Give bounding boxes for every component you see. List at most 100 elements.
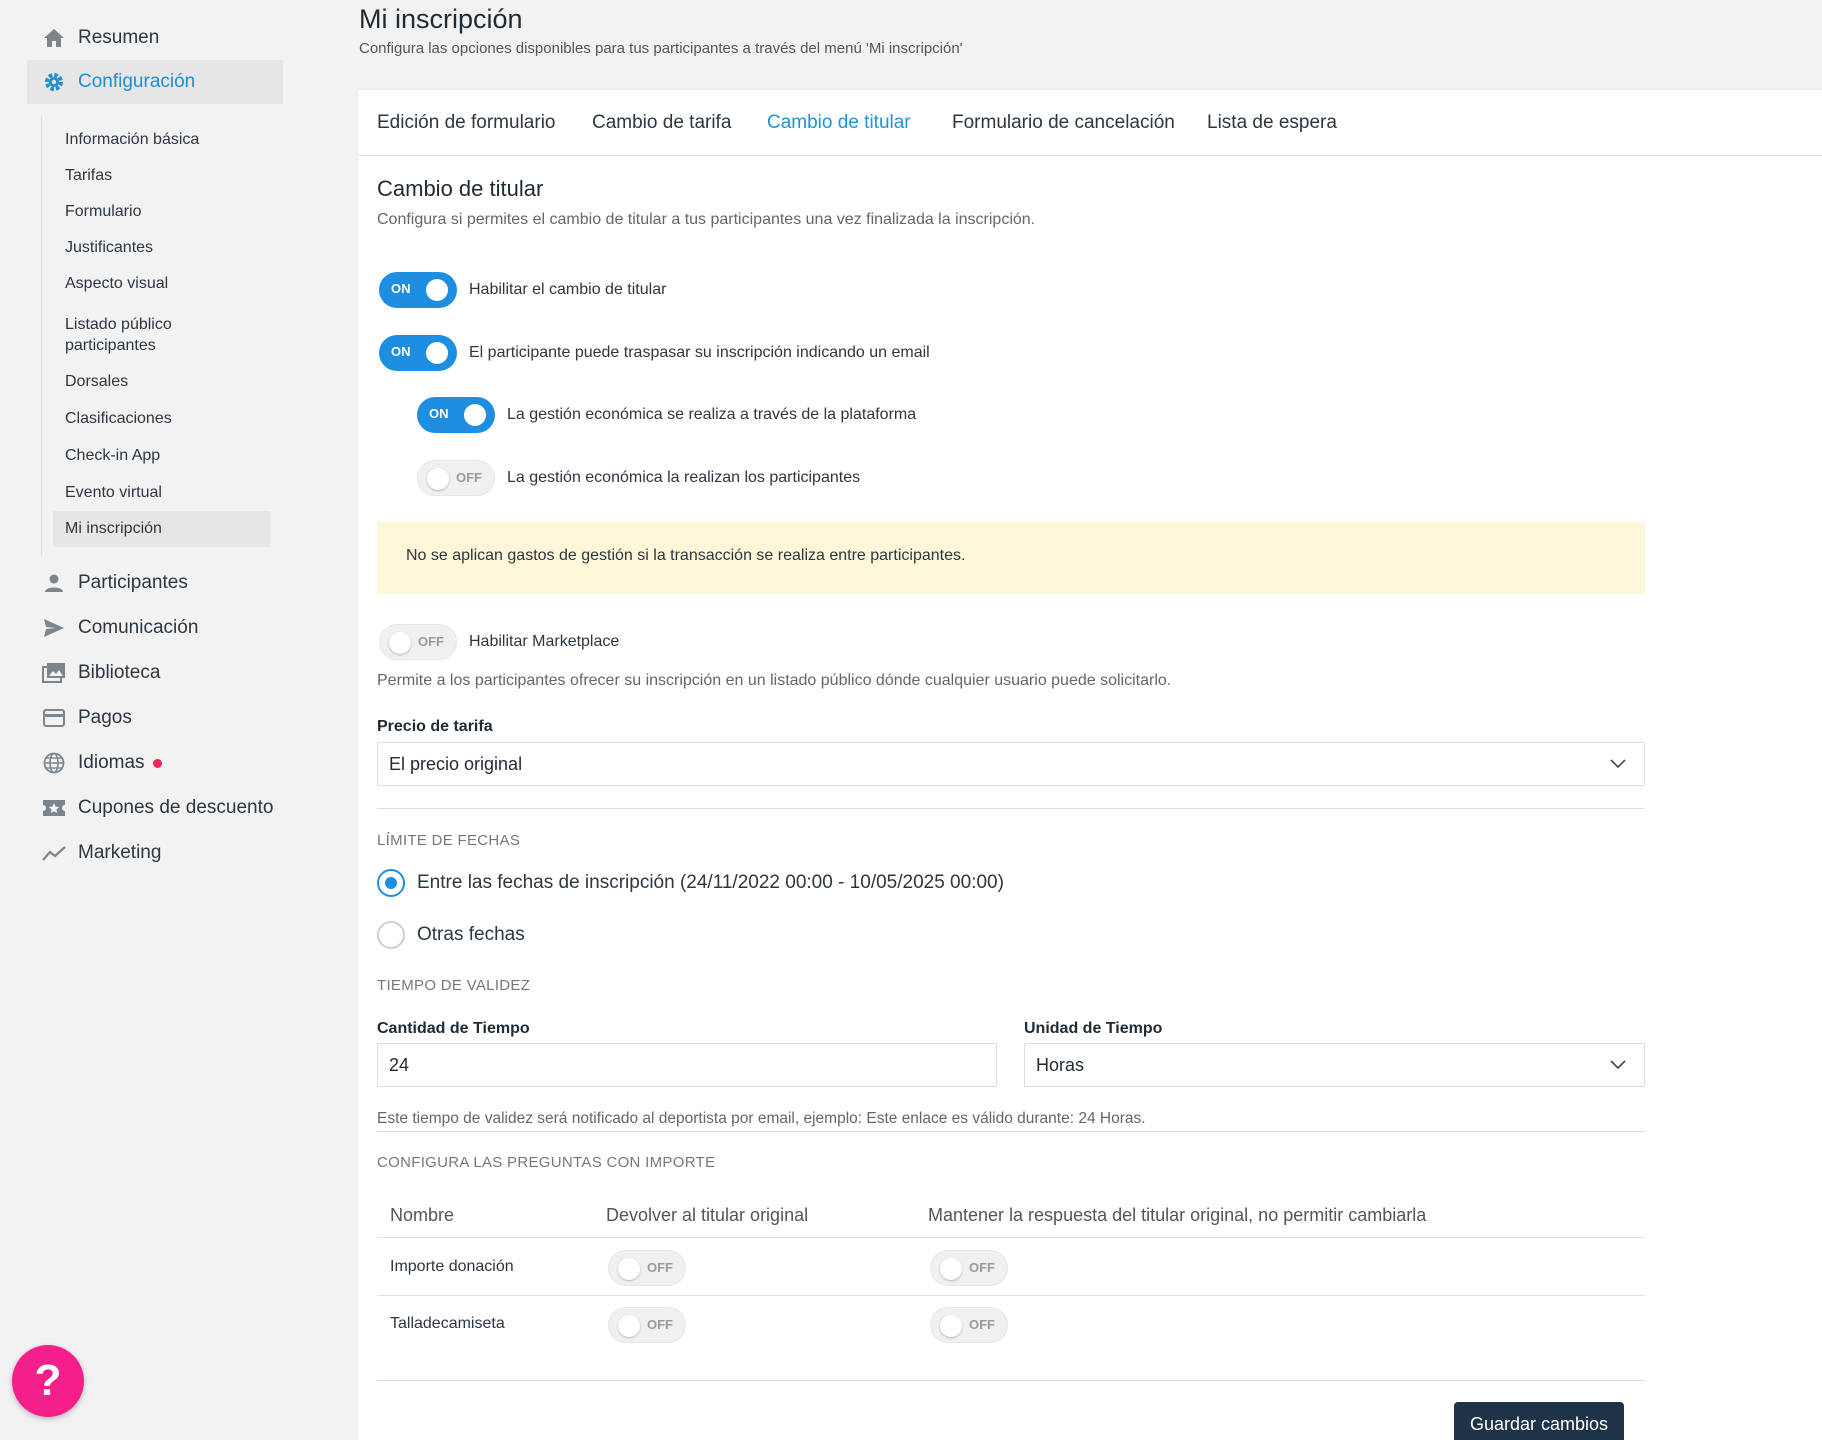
send-icon [42,616,66,640]
gestion-plataforma-toggle[interactable]: ON [417,397,495,433]
credit-card-icon [42,706,66,730]
validez-note: Este tiempo de validez será notificado a… [377,1110,1146,1127]
nav-comunicacion-label: Comunicación [78,617,199,638]
tab-cambio-tarifa[interactable]: Cambio de tarifa [592,112,731,134]
sidebar-item-listado-publico[interactable]: Listado público participantes [53,310,270,360]
sidebar-item-check-in-app[interactable]: Check-in App [53,441,270,470]
nav-cupones-label: Cupones de descuento [78,797,274,818]
toggle-knob [389,632,411,654]
toggle-row-participantes: OFF La gestión económica la realizan los… [417,460,860,496]
column-header-nombre: Nombre [390,1205,455,1225]
toggle-knob [940,1315,962,1337]
row2-mantener-toggle-wrap: OFF [930,1307,1020,1343]
sidebar-item-formulario[interactable]: Formulario [53,197,270,226]
toggle-row-email: ON El participante puede traspasar su in… [379,335,930,371]
sidebar-item-informacion-basica[interactable]: Información básica [53,125,270,154]
divider [377,1131,1645,1132]
tiempo-validez-heading: TIEMPO DE VALIDEZ [377,977,531,994]
user-icon [42,571,66,595]
row1-mantener-toggle[interactable]: OFF [930,1250,1008,1286]
table-row-name: Importe donación [390,1258,514,1275]
divider [377,1380,1645,1381]
tab-edicion-formulario[interactable]: Edición de formulario [377,112,555,134]
radio-row-otras-fechas[interactable]: Otras fechas [377,921,525,949]
nav-pagos-label: Pagos [78,707,132,728]
nav-marketing[interactable]: Marketing [27,831,283,875]
nav-cupones[interactable]: Cupones de descuento [27,786,283,830]
sidebar-item-mi-inscripcion[interactable]: Mi inscripción [53,511,270,547]
toggle-state-label: OFF [456,470,482,485]
marketplace-description: Permite a los participantes ofrecer su i… [377,672,1172,689]
gestion-participantes-toggle[interactable]: OFF [417,460,495,496]
sidebar-item-listado-line1: Listado público [65,316,172,333]
nav-configuracion-label: Configuración [78,71,196,92]
toggle-state-label: ON [429,406,449,421]
save-button[interactable]: Guardar cambios [1454,1402,1624,1440]
column-header-devolver: Devolver al titular original [606,1205,809,1225]
nav-biblioteca-label: Biblioteca [78,662,161,683]
cantidad-tiempo-input[interactable]: 24 [377,1043,997,1087]
nav-participantes-label: Participantes [78,572,188,593]
nav-configuracion[interactable]: Configuración [27,60,283,104]
nav-resumen[interactable]: Resumen [27,16,283,60]
trending-icon [42,841,66,865]
table-row-name: Talladecamiseta [390,1315,505,1332]
toggle-knob [940,1258,962,1280]
nav-participantes[interactable]: Participantes [27,561,283,605]
cantidad-tiempo-label: Cantidad de Tiempo [377,1020,530,1037]
row1-devolver-toggle-wrap: OFF [608,1250,698,1286]
habilitar-cambio-toggle[interactable]: ON [379,272,457,308]
sidebar-item-justificantes[interactable]: Justificantes [53,233,270,262]
row2-devolver-toggle-wrap: OFF [608,1307,698,1343]
nav-biblioteca[interactable]: Biblioteca [27,651,283,695]
sidebar-item-tarifas[interactable]: Tarifas [53,161,270,190]
radio-row-fechas-inscripcion[interactable]: Entre las fechas de inscripción (24/11/2… [377,869,1004,897]
gestion-participantes-label: La gestión económica la realizan los par… [507,469,861,486]
nav-marketing-label: Marketing [78,842,162,863]
unidad-tiempo-select[interactable]: Horas [1024,1043,1645,1087]
limite-fechas-heading: LÍMITE DE FECHAS [377,832,521,849]
nav-comunicacion[interactable]: Comunicación [27,606,283,650]
tab-cambio-titular[interactable]: Cambio de titular [767,112,911,134]
radio-fechas-inscripcion-label: Entre las fechas de inscripción (24/11/2… [417,872,1004,893]
marketplace-toggle[interactable]: OFF [379,624,457,660]
precio-tarifa-label: Precio de tarifa [377,718,493,735]
radio-otras-fechas-label: Otras fechas [417,924,525,945]
nav-idiomas[interactable]: Idiomas [27,741,283,785]
divider [377,808,1645,809]
sidebar-item-clasificaciones[interactable]: Clasificaciones [53,404,270,433]
table-divider [377,1295,1645,1296]
toggle-state-label: ON [391,281,411,296]
toggle-knob [426,342,448,364]
preguntas-heading: CONFIGURA LAS PREGUNTAS CON IMPORTE [377,1154,716,1171]
unidad-tiempo-label: Unidad de Tiempo [1024,1020,1163,1037]
row1-mantener-toggle-wrap: OFF [930,1250,1020,1286]
home-icon [42,26,66,50]
traspaso-email-toggle[interactable]: ON [379,335,457,371]
help-button[interactable]: ? [12,1345,84,1417]
toggle-row-habilitar: ON Habilitar el cambio de titular [379,272,666,308]
precio-tarifa-select[interactable]: El precio original [377,742,1645,786]
chevron-down-icon [1608,753,1628,778]
section-subtitle: Configura si permites el cambio de titul… [377,211,1036,228]
row2-devolver-toggle[interactable]: OFF [608,1307,686,1343]
radio-fechas-inscripcion[interactable] [377,869,405,897]
globe-icon [42,751,66,775]
row1-devolver-toggle[interactable]: OFF [608,1250,686,1286]
sidebar-item-evento-virtual[interactable]: Evento virtual [53,478,270,507]
toggle-knob [427,468,449,490]
photo-library-icon [42,661,66,685]
tab-bar: Edición de formulario Cambio de tarifa C… [358,90,1822,156]
row2-mantener-toggle[interactable]: OFF [930,1307,1008,1343]
toggle-state-label: OFF [647,1317,673,1332]
chevron-down-icon [1608,1054,1628,1079]
nav-resumen-label: Resumen [78,27,160,48]
sidebar-item-aspecto-visual[interactable]: Aspecto visual [53,269,270,298]
nav-pagos[interactable]: Pagos [27,696,283,740]
toggle-state-label: OFF [969,1317,995,1332]
radio-otras-fechas[interactable] [377,921,405,949]
tab-formulario-cancelacion[interactable]: Formulario de cancelación [952,112,1175,134]
toggle-knob [464,404,486,426]
tab-lista-espera[interactable]: Lista de espera [1207,112,1337,134]
sidebar-item-dorsales[interactable]: Dorsales [53,367,270,396]
